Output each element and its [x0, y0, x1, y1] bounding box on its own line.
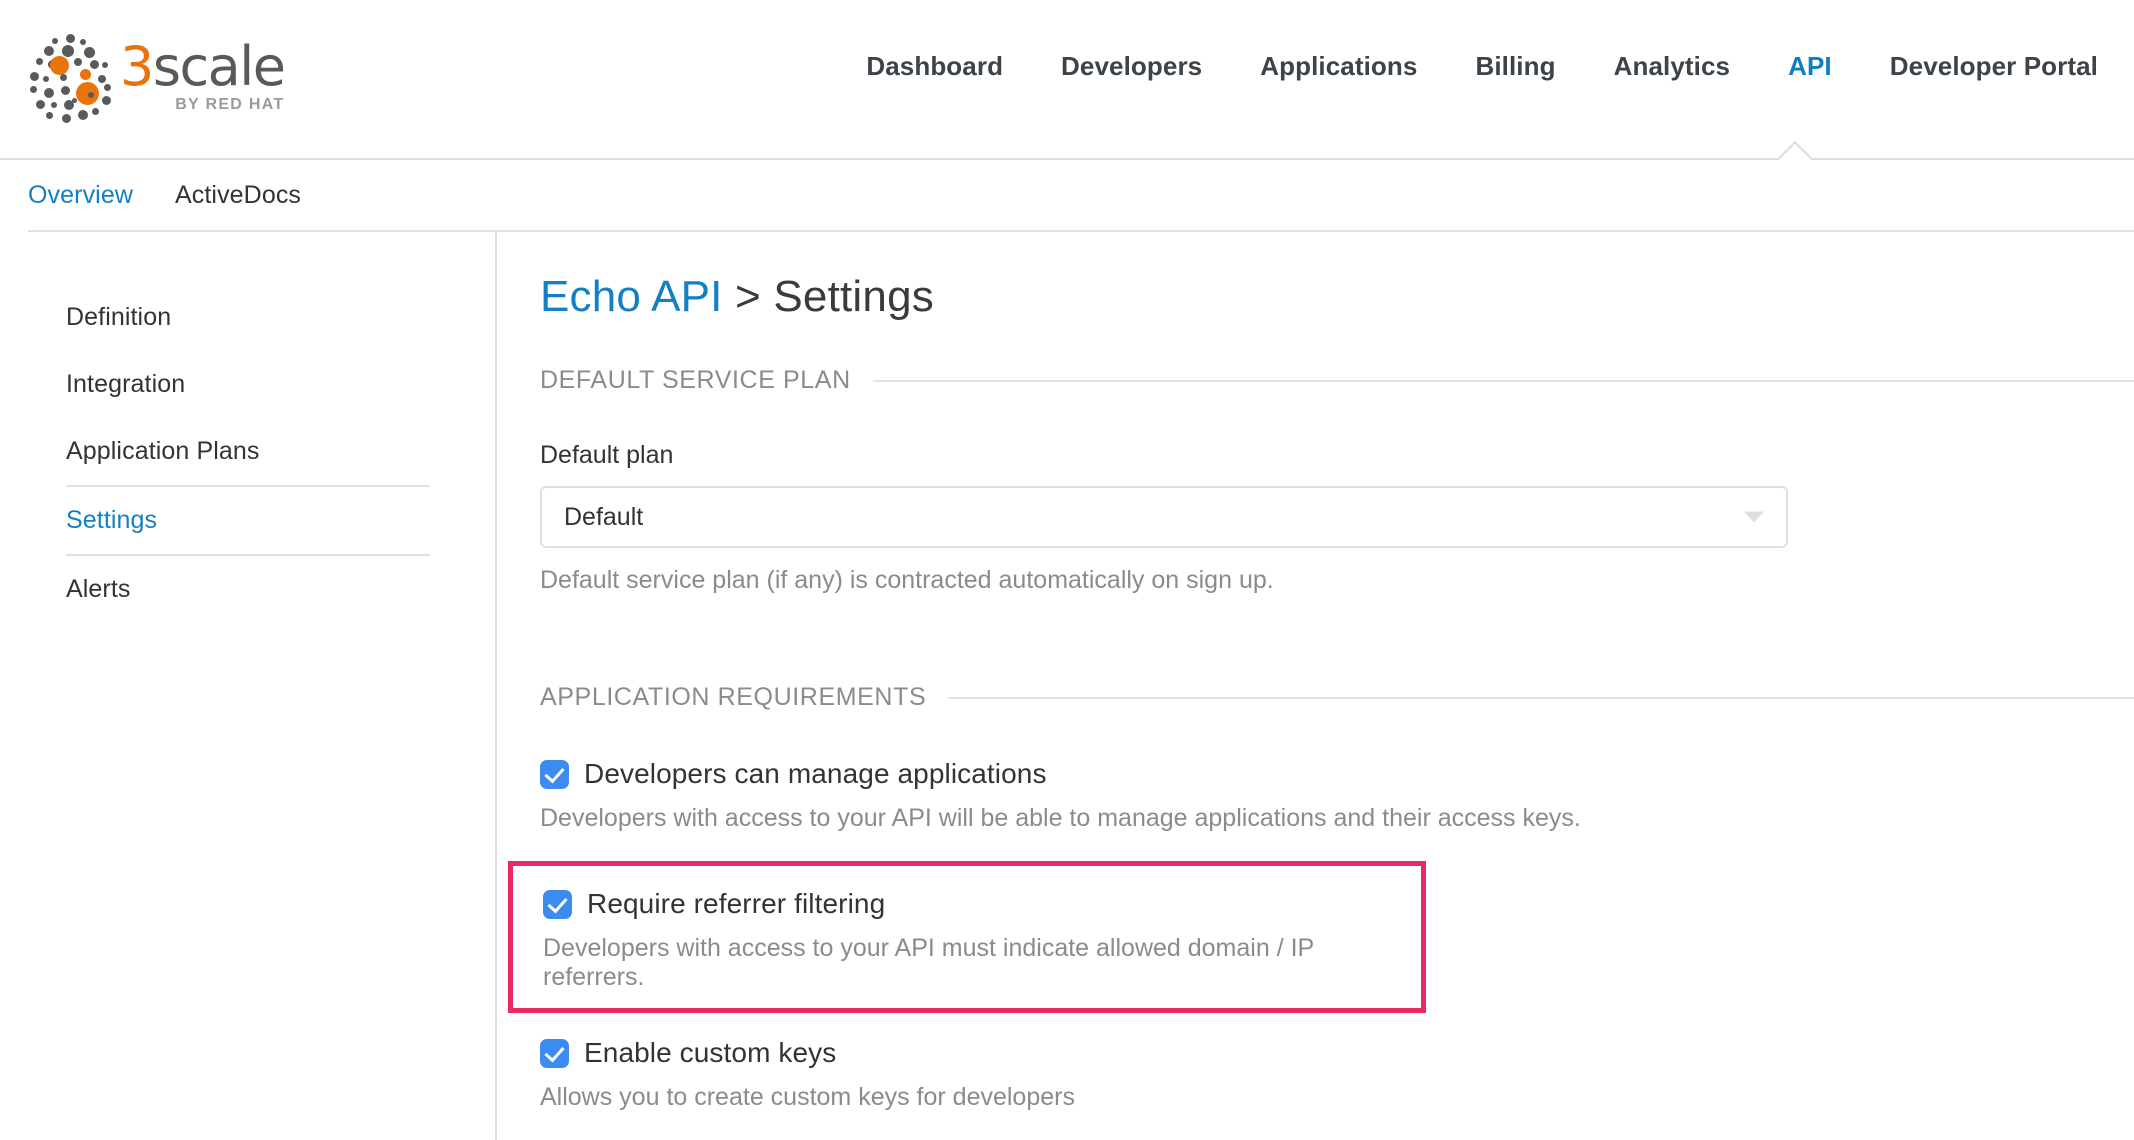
secondary-navigation: Overview ActiveDocs — [28, 160, 2134, 232]
sidebar-menu: Definition Integration Application Plans… — [0, 284, 430, 623]
checkbox-label[interactable]: Require referrer filtering — [587, 888, 885, 920]
sidebar-item-definition[interactable]: Definition — [66, 284, 430, 351]
section-title: APPLICATION REQUIREMENTS — [540, 683, 926, 712]
primary-navigation: Dashboard Developers Applications Billin… — [300, 0, 2134, 132]
checkbox-hint: Developers with access to your API must … — [543, 934, 1421, 992]
sidebar: Definition Integration Application Plans… — [0, 232, 497, 1140]
page-layout: Definition Integration Application Plans… — [0, 232, 2134, 1140]
checkbox-label[interactable]: Enable custom keys — [584, 1037, 836, 1069]
default-plan-hint: Default service plan (if any) is contrac… — [540, 566, 2134, 595]
nav-item-analytics[interactable]: Analytics — [1614, 51, 1731, 82]
breadcrumb-current: Settings — [773, 272, 934, 321]
nav-item-applications[interactable]: Applications — [1260, 51, 1417, 82]
checkbox-hint: Developers with access to your API will … — [540, 804, 2134, 833]
section-spacer — [540, 595, 2134, 683]
dot-circle-logo-icon — [24, 32, 116, 124]
subnav-item-activedocs[interactable]: ActiveDocs — [175, 181, 301, 210]
checkbox-enable-custom-keys[interactable] — [540, 1039, 569, 1068]
sidebar-item-alerts[interactable]: Alerts — [66, 556, 430, 623]
chevron-down-icon — [1744, 512, 1764, 523]
logo-wordmark: 3scale — [120, 40, 285, 94]
default-plan-select[interactable]: Default — [540, 486, 1788, 548]
page-title: Echo API > Settings — [540, 272, 2134, 322]
breadcrumb-separator: > — [723, 272, 774, 321]
section-title: DEFAULT SERVICE PLAN — [540, 366, 851, 395]
logo-word-three: 3 — [120, 35, 153, 98]
requirement-row-manage-applications: Developers can manage applications Devel… — [540, 758, 2134, 833]
checkbox-hint: Allows you to create custom keys for dev… — [540, 1083, 2134, 1112]
checkbox-label[interactable]: Developers can manage applications — [584, 758, 1047, 790]
sidebar-item-integration[interactable]: Integration — [66, 351, 430, 418]
checkbox-line: Developers can manage applications — [540, 758, 2134, 790]
nav-item-developers[interactable]: Developers — [1061, 51, 1202, 82]
default-plan-label: Default plan — [540, 441, 2134, 470]
nav-item-billing[interactable]: Billing — [1475, 51, 1555, 82]
nav-item-dashboard[interactable]: Dashboard — [866, 51, 1003, 82]
default-plan-field: Default plan Default Default service pla… — [540, 441, 2134, 595]
breadcrumb-service-link[interactable]: Echo API — [540, 272, 723, 321]
checkbox-line: Enable custom keys — [540, 1037, 2134, 1069]
sidebar-item-settings[interactable]: Settings — [66, 485, 430, 556]
requirement-row-referrer-filtering: Require referrer filtering Developers wi… — [508, 861, 1426, 1013]
logo-tagline: BY RED HAT — [120, 97, 285, 113]
sidebar-item-application-plans[interactable]: Application Plans — [66, 418, 430, 485]
subnav-item-overview[interactable]: Overview — [28, 181, 133, 210]
section-header-application-requirements: APPLICATION REQUIREMENTS — [540, 683, 2134, 712]
checkbox-require-referrer-filtering[interactable] — [543, 890, 572, 919]
checkbox-line: Require referrer filtering — [543, 888, 1421, 920]
nav-item-api[interactable]: API — [1788, 51, 1832, 82]
brand-logo[interactable]: 3scale BY RED HAT — [0, 0, 300, 124]
default-plan-selected-value: Default — [564, 503, 643, 532]
nav-item-developer-portal[interactable]: Developer Portal — [1890, 51, 2098, 82]
checkbox-developers-can-manage-applications[interactable] — [540, 760, 569, 789]
section-rule — [948, 697, 2134, 699]
logo-word-scale: scale — [153, 35, 285, 98]
main-content: Echo API > Settings DEFAULT SERVICE PLAN… — [497, 232, 2134, 1140]
active-nav-caret-icon — [1772, 132, 1828, 160]
requirement-row-custom-keys: Enable custom keys Allows you to create … — [540, 1037, 2134, 1112]
app-header: 3scale BY RED HAT Dashboard Developers A… — [0, 0, 2134, 160]
section-header-default-service-plan: DEFAULT SERVICE PLAN — [540, 366, 2134, 395]
section-rule — [873, 380, 2134, 382]
